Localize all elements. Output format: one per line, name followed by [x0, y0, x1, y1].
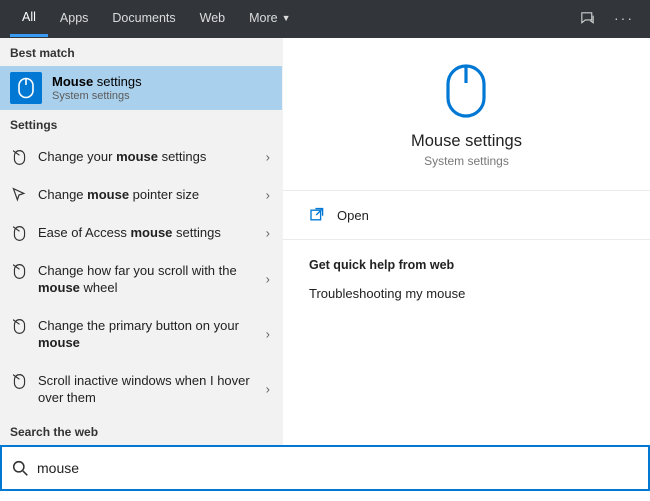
tab-all[interactable]: All — [10, 0, 48, 37]
feedback-icon[interactable] — [579, 10, 596, 27]
settings-result-label: Change the primary button on your mouse — [38, 317, 272, 352]
result-subtitle: System settings — [52, 90, 272, 102]
mouse-icon — [10, 225, 28, 242]
help-section-title: Get quick help from web — [309, 258, 624, 272]
settings-result-label: Change your mouse settings — [38, 148, 272, 166]
search-icon — [12, 460, 29, 477]
chevron-right-icon: › — [266, 382, 270, 397]
pointer-icon — [10, 187, 28, 203]
preview-subtitle: System settings — [424, 154, 509, 168]
results-area: Best match Mouse settings System setting… — [0, 38, 650, 445]
chevron-right-icon: › — [266, 225, 270, 240]
section-best-match: Best match — [0, 38, 282, 66]
mouse-icon — [10, 263, 28, 280]
settings-result-label: Scroll inactive windows when I hover ove… — [38, 372, 272, 407]
settings-result-label: Change mouse pointer size — [38, 186, 272, 204]
chevron-right-icon: › — [266, 187, 270, 202]
section-settings: Settings — [0, 110, 282, 138]
mouse-icon — [10, 149, 28, 166]
tab-label: Apps — [60, 11, 89, 25]
tab-more[interactable]: More ▼ — [237, 0, 302, 37]
mouse-icon — [10, 373, 28, 390]
mouse-icon — [10, 318, 28, 335]
settings-result[interactable]: Change how far you scroll with the mouse… — [0, 252, 282, 307]
settings-result-label: Change how far you scroll with the mouse… — [38, 262, 272, 297]
chevron-right-icon: › — [266, 327, 270, 342]
more-options-icon[interactable]: ··· — [614, 10, 634, 26]
tab-documents[interactable]: Documents — [100, 0, 187, 37]
open-action[interactable]: Open — [283, 191, 650, 240]
open-icon — [309, 207, 325, 223]
best-match-result[interactable]: Mouse settings System settings — [0, 66, 282, 110]
section-search-web: Search the web — [0, 417, 282, 445]
results-list: Best match Mouse settings System setting… — [0, 38, 283, 445]
tab-label: More — [249, 11, 277, 25]
help-link-troubleshoot[interactable]: Troubleshooting my mouse — [309, 286, 624, 301]
open-label: Open — [337, 208, 369, 223]
settings-result[interactable]: Scroll inactive windows when I hover ove… — [0, 362, 282, 417]
settings-result[interactable]: Change mouse pointer size› — [0, 176, 282, 214]
tab-label: Documents — [112, 11, 175, 25]
chevron-down-icon: ▼ — [282, 13, 291, 23]
search-input[interactable] — [37, 460, 638, 476]
settings-result[interactable]: Change the primary button on your mouse› — [0, 307, 282, 362]
tab-label: Web — [200, 11, 225, 25]
search-bar[interactable] — [0, 445, 650, 491]
result-title: Mouse settings — [52, 74, 272, 89]
preview-pane: Mouse settings System settings Open Get … — [283, 38, 650, 445]
tab-label: All — [22, 10, 36, 24]
settings-result-label: Ease of Access mouse settings — [38, 224, 272, 242]
settings-result[interactable]: Change your mouse settings› — [0, 138, 282, 176]
tab-web[interactable]: Web — [188, 0, 237, 37]
chevron-right-icon: › — [266, 272, 270, 287]
tab-apps[interactable]: Apps — [48, 0, 101, 37]
search-filter-tabbar: All Apps Documents Web More ▼ ··· — [0, 0, 650, 38]
chevron-right-icon: › — [266, 150, 270, 165]
mouse-icon — [10, 72, 42, 104]
preview-title: Mouse settings — [411, 132, 522, 151]
settings-result[interactable]: Ease of Access mouse settings› — [0, 214, 282, 252]
mouse-icon-large — [442, 62, 490, 120]
